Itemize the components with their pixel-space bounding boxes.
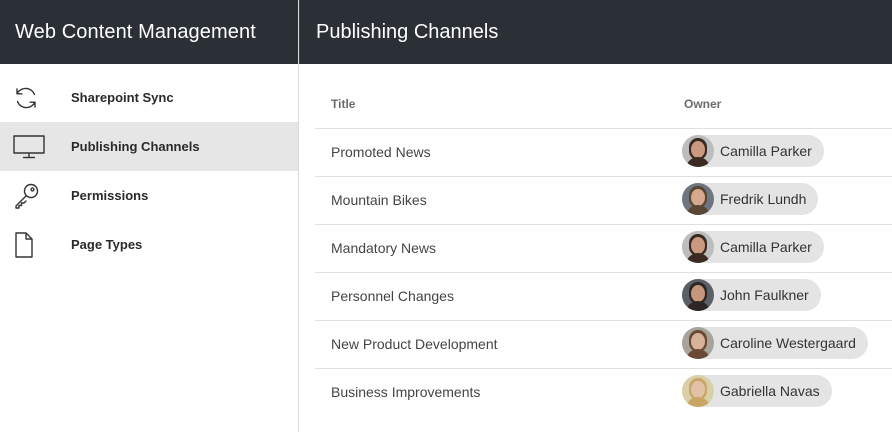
owner-chip[interactable]: Camilla Parker bbox=[682, 230, 824, 263]
key-icon bbox=[0, 171, 71, 220]
channel-title[interactable]: Business Improvements bbox=[315, 368, 666, 416]
owner-cell: Camilla Parker bbox=[666, 224, 892, 273]
sidebar-item-page-types[interactable]: Page Types bbox=[0, 220, 298, 269]
owner-chip[interactable]: Caroline Westergaard bbox=[682, 326, 868, 359]
owner-cell: Gabriella Navas bbox=[666, 368, 892, 416]
table-row[interactable]: Personnel Changes John Faulkner bbox=[315, 272, 892, 321]
sync-icon bbox=[0, 73, 71, 122]
sidebar-item-permissions[interactable]: Permissions bbox=[0, 171, 298, 220]
avatar bbox=[682, 278, 714, 311]
table-row[interactable]: Mountain Bikes Fredrik Lundh bbox=[315, 176, 892, 225]
table-row[interactable]: Mandatory News Camilla Parker bbox=[315, 224, 892, 273]
owner-name: Gabriella Navas bbox=[720, 382, 820, 399]
avatar bbox=[682, 182, 714, 215]
channel-title[interactable]: Personnel Changes bbox=[315, 272, 666, 321]
sidebar-nav: Sharepoint Sync Publishing Channels Perm… bbox=[0, 64, 298, 269]
table-body: Promoted News Camilla Parker Mountain Bike… bbox=[315, 128, 892, 416]
avatar bbox=[682, 374, 714, 407]
owner-cell: John Faulkner bbox=[666, 272, 892, 321]
owner-name: John Faulkner bbox=[720, 286, 809, 303]
channels-table-container: Title Owner Promoted News Camilla Parker M… bbox=[299, 64, 892, 416]
column-header-owner[interactable]: Owner bbox=[666, 80, 892, 129]
owner-name: Camilla Parker bbox=[720, 238, 812, 255]
column-header-title[interactable]: Title bbox=[315, 80, 666, 129]
owner-chip[interactable]: Camilla Parker bbox=[682, 134, 824, 167]
owner-name: Camilla Parker bbox=[720, 142, 812, 159]
table-row[interactable]: Promoted News Camilla Parker bbox=[315, 128, 892, 177]
channel-title[interactable]: Promoted News bbox=[315, 128, 666, 177]
avatar bbox=[682, 134, 714, 167]
avatar bbox=[682, 230, 714, 263]
sidebar-item-publishing-channels[interactable]: Publishing Channels bbox=[0, 122, 298, 171]
owner-cell: Camilla Parker bbox=[666, 128, 892, 177]
app-window: Web Content Management Sharepoint Sync P… bbox=[0, 0, 892, 432]
channel-title[interactable]: Mandatory News bbox=[315, 224, 666, 273]
sidebar: Web Content Management Sharepoint Sync P… bbox=[0, 0, 299, 432]
table-row[interactable]: Business Improvements Gabriella Navas bbox=[315, 368, 892, 416]
page-title: Publishing Channels bbox=[299, 0, 892, 64]
monitor-icon bbox=[0, 122, 71, 171]
sidebar-item-label: Permissions bbox=[71, 188, 149, 203]
owner-chip[interactable]: John Faulkner bbox=[682, 278, 821, 311]
sidebar-item-label: Sharepoint Sync bbox=[71, 90, 174, 105]
sidebar-item-sharepoint-sync[interactable]: Sharepoint Sync bbox=[0, 73, 298, 122]
sidebar-item-label: Publishing Channels bbox=[71, 139, 200, 154]
main-panel: Publishing Channels Title Owner Promoted… bbox=[299, 0, 892, 432]
document-icon bbox=[0, 220, 71, 269]
table-header-row: Title Owner bbox=[315, 80, 892, 129]
owner-chip[interactable]: Gabriella Navas bbox=[682, 374, 832, 407]
channels-table: Title Owner Promoted News Camilla Parker M… bbox=[315, 80, 892, 416]
channel-title[interactable]: New Product Development bbox=[315, 320, 666, 369]
channel-title[interactable]: Mountain Bikes bbox=[315, 176, 666, 225]
avatar bbox=[682, 326, 714, 359]
table-row[interactable]: New Product Development Caroline Westerga… bbox=[315, 320, 892, 369]
owner-name: Caroline Westergaard bbox=[720, 334, 856, 351]
app-title: Web Content Management bbox=[0, 0, 298, 64]
owner-cell: Fredrik Lundh bbox=[666, 176, 892, 225]
owner-name: Fredrik Lundh bbox=[720, 190, 807, 207]
owner-cell: Caroline Westergaard bbox=[666, 320, 892, 369]
owner-chip[interactable]: Fredrik Lundh bbox=[682, 182, 819, 215]
sidebar-item-label: Page Types bbox=[71, 237, 143, 252]
